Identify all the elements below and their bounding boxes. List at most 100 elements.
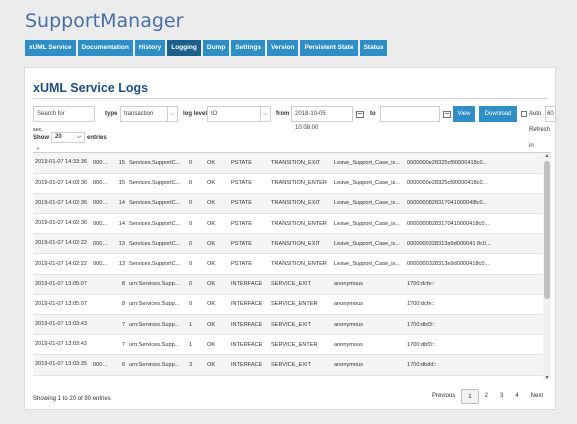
calendar-icon[interactable] <box>356 111 364 118</box>
cell-cat: PSTATE <box>229 193 269 215</box>
cell-status: OK <box>205 274 229 295</box>
tab-documentation[interactable]: Documentation <box>77 40 133 56</box>
scroll-down-icon[interactable]: ▼ <box>543 375 551 380</box>
tab-settings[interactable]: Settings <box>231 40 265 56</box>
cell-svc: Services.SupportC... <box>127 213 187 235</box>
cell-ts: 2019-01-07 14:02:22 <box>33 253 91 275</box>
sort-icon[interactable]: ▼ <box>36 146 40 151</box>
cell-status: OK <box>205 253 229 275</box>
scroll-up-icon[interactable]: ▲ <box>543 153 551 159</box>
previous-page-button[interactable]: Previous <box>426 389 461 404</box>
table-scrollbar[interactable]: ▲ ▼ <box>543 153 551 380</box>
cell-detail: Leave_Support_Case_is... <box>332 173 405 194</box>
cell-svc: urn:Services.Supp... <box>127 354 187 376</box>
tab-history[interactable]: History <box>134 40 166 56</box>
to-date-input[interactable] <box>380 106 440 122</box>
logs-panel: xUML Service Logs Search for type transa… <box>24 67 556 410</box>
table-row[interactable]: 2019-01-07 14:02:22 00000... 13 Services.Su… <box>33 233 543 255</box>
cell-rc: 0 <box>187 233 205 255</box>
cell-hash: 0000000328313e9d000041 8c0... <box>405 233 543 255</box>
next-page-button[interactable]: Next <box>525 389 549 404</box>
table-row[interactable]: 2019-01-07 13:05:07 8 urn:Services.Supp...… <box>33 294 543 316</box>
cell-num: 15 <box>113 173 127 194</box>
cell-rc: 1 <box>187 334 205 356</box>
tab-version[interactable]: Version <box>266 40 299 56</box>
log-table: 2019-01-07 14:33:36 00000... 15 Services.Su… <box>33 152 551 380</box>
cell-num: 14 <box>113 213 127 235</box>
cell-rc: 0 <box>187 173 205 194</box>
cell-event: SERVICE_EXIT <box>269 274 332 295</box>
table-row[interactable]: 2019-01-07 14:33:36 00000... 15 Services.Su… <box>33 153 543 174</box>
cell-hash: 0000000e28325cf00000418c0... <box>405 153 543 174</box>
cell-detail: Create <box>332 375 405 380</box>
cell-hash: 1700:dcfe:: <box>405 274 543 295</box>
tab-logging[interactable]: Logging <box>167 40 201 56</box>
entries-label: entries <box>87 134 107 141</box>
view-button[interactable]: View <box>453 106 475 122</box>
cell-hash: 1700:dbf3:: <box>405 334 543 356</box>
cell-hash: 000000082831704100004l8c0... <box>405 193 543 215</box>
page-button-3[interactable]: 3 <box>494 389 509 404</box>
page-button-4[interactable]: 4 <box>509 389 524 404</box>
cell-detail: anonymous <box>332 294 405 316</box>
cell-event: TRANSITION_EXIT <box>269 153 332 174</box>
table-row[interactable]: 2019-01-07 14:03:36 00000... 15 Services.Su… <box>33 173 543 194</box>
cell-id: 00000... <box>91 213 113 235</box>
cell-svc: Services.SupportC... <box>127 153 187 174</box>
cell-svc: urn:Services.Supp... <box>127 334 187 356</box>
cell-event: TRANSITION_ENTER <box>269 173 332 194</box>
cell-hash: 0000000328313e9d0000418c0... <box>405 253 543 275</box>
cell-id: 00000... <box>91 193 113 215</box>
app-title: SupportManager <box>25 10 184 32</box>
cell-num: 7 <box>113 314 127 336</box>
tab-dump[interactable]: Dump <box>202 40 230 56</box>
type-label: type <box>105 111 118 117</box>
type-select-value: transaction <box>124 111 154 117</box>
calendar-icon[interactable] <box>443 111 451 118</box>
cell-num: 14 <box>113 193 127 215</box>
table-row[interactable]: 2019-01-07 14:02:36 00000... 14 Services.Su… <box>33 213 543 235</box>
page-length-select[interactable]: 20 ⌵ <box>51 132 85 143</box>
from-date-input[interactable]: 2018-10-05 10:08:00 <box>291 106 353 131</box>
cell-event: TRANSITION_EXIT <box>269 233 332 255</box>
cell-cat: INTERFACE <box>229 354 269 376</box>
tab-xuml-service[interactable]: xUML Service <box>25 40 76 56</box>
cell-num: 15 <box>113 153 127 174</box>
cell-event: TRANSITION_EXIT <box>269 193 332 215</box>
cell-cat: INTERFACE <box>229 334 269 356</box>
table-row[interactable]: 2019-01-07 14:02:36 00000... 14 Services.Su… <box>33 193 543 215</box>
log-level-label: log level <box>183 111 208 117</box>
table-row[interactable]: 2019-01-07 13:03:43 7 urn:Services.Supp...… <box>33 314 543 336</box>
cell-rc: 0 <box>187 253 205 275</box>
type-select[interactable]: transaction ⌵ <box>120 106 178 122</box>
cell-ts: 2019-01-07 13:05:07 <box>33 274 91 295</box>
table-row[interactable]: 2019-01-07 14:02:22 00000... 13 Services.Su… <box>33 253 543 275</box>
scrollbar-thumb[interactable] <box>544 161 550 299</box>
page-button-1[interactable]: 1 <box>461 389 479 404</box>
search-input[interactable]: Search for <box>33 106 95 122</box>
cell-cat: PSTATE <box>229 213 269 235</box>
tab-persistent-state[interactable]: Persistent State <box>300 40 358 56</box>
cell-id <box>91 294 113 316</box>
table-row[interactable]: 2019-01-07 13:05:07 8 urn:Services.Supp...… <box>33 274 543 295</box>
from-label: from <box>276 111 290 117</box>
log-level-select[interactable]: IO ⌵ <box>207 106 271 122</box>
table-row[interactable]: 2019-01-07 13:03:35 00000... 6 urn:Services… <box>33 354 543 376</box>
cell-id: 00000... <box>91 354 113 376</box>
tab-status[interactable]: Status <box>359 40 388 56</box>
cell-num: 6 <box>113 354 127 376</box>
cell-cat: INTERFACE <box>229 314 269 336</box>
show-label: Show <box>33 134 49 141</box>
cell-event: IO_EXIT <box>269 375 332 380</box>
download-button[interactable]: Download <box>479 106 517 122</box>
table-row[interactable]: 2019-01-07 13:03:3500000...6Services.Sup… <box>33 375 543 380</box>
page-button-2[interactable]: 2 <box>479 389 494 404</box>
cell-detail: Leave_Support_Case_is... <box>332 253 405 275</box>
auto-refresh-checkbox[interactable] <box>521 111 527 117</box>
cell-rc: 0 <box>187 193 205 215</box>
cell-detail: Leave_Support_Case_is... <box>332 233 405 255</box>
table-row[interactable]: 2019-01-07 13:03:43 7 urn:Services.Supp...… <box>33 334 543 356</box>
cell-id <box>91 274 113 295</box>
auto-refresh-seconds-input[interactable]: 60 <box>545 106 556 122</box>
cell-ts: 2019-01-07 14:33:36 <box>33 153 91 174</box>
